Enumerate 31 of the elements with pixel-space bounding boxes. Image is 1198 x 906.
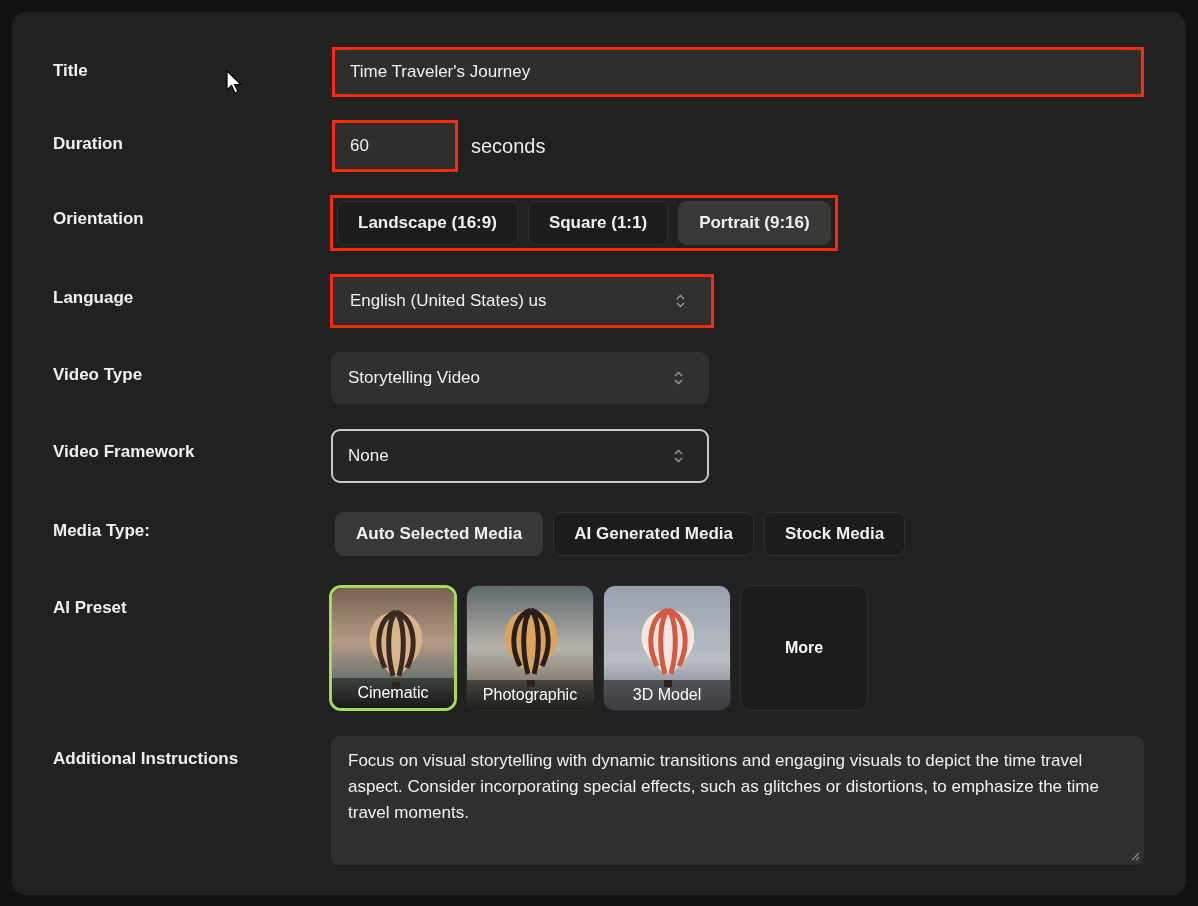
chevron-icon [674, 449, 683, 463]
duration-input[interactable]: 60 [335, 123, 455, 169]
preset-tile[interactable]: 3D Model [603, 585, 731, 711]
option-button[interactable]: AI Generated Media [553, 512, 754, 556]
cursor-icon [226, 70, 243, 95]
preset-tile[interactable]: Cinematic [329, 585, 457, 711]
option-button[interactable]: Stock Media [764, 512, 906, 556]
option-button[interactable]: Square (1:1) [527, 201, 669, 245]
field-label: Orientation [53, 208, 145, 229]
select-dropdown[interactable]: None [331, 429, 709, 483]
select-dropdown[interactable]: Storytelling Video [331, 352, 709, 404]
unit-label: seconds [471, 134, 546, 158]
instructions-textarea[interactable]: Focus on visual storytelling with dynamic transitions and engaging visuals to depict the time travel aspect. Consider incorporating special effects, such as glitches or distortions, to emphasize the time travel moments. [331, 736, 1144, 865]
field-label: Language [53, 287, 135, 308]
field-label: Additional Instructions [53, 748, 240, 769]
field-label: Video Type [53, 364, 144, 385]
option-button[interactable]: Auto Selected Media [335, 512, 544, 556]
field-label: Title [53, 60, 89, 81]
field-label: Video Framework [53, 441, 196, 462]
field-label: AI Preset [53, 597, 128, 618]
field-label: Duration [53, 133, 124, 154]
select-dropdown[interactable]: English (United States) us [333, 277, 711, 325]
chevron-icon [674, 371, 683, 385]
option-button[interactable]: Landscape (16:9) [337, 201, 518, 245]
preset-tile[interactable]: Photographic [466, 585, 594, 711]
chevron-icon [676, 294, 685, 308]
option-button[interactable]: Portrait (9:16) [678, 201, 831, 245]
more-button[interactable]: More [740, 585, 868, 711]
resize-grip-icon [1131, 852, 1140, 861]
title-input[interactable]: Time Traveler's Journey [335, 50, 1141, 94]
field-label: Media Type: [53, 520, 151, 541]
